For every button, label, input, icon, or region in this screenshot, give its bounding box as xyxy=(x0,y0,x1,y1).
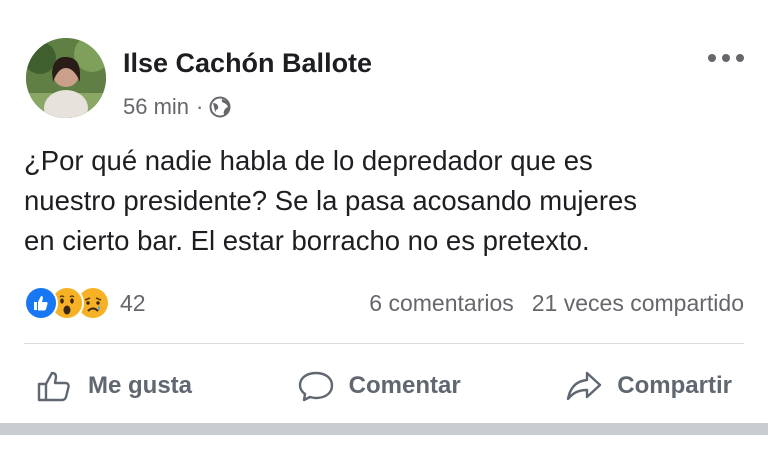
globe-icon[interactable] xyxy=(209,96,231,118)
comments-count[interactable]: 6 comentarios xyxy=(369,290,513,317)
post-text-line: ¿Por qué nadie habla de lo depredador qu… xyxy=(24,145,593,176)
more-dot xyxy=(722,54,730,62)
reactions-summary[interactable]: 42 xyxy=(24,286,146,320)
post-text-line: nuestro presidente? Se la pasa acosando … xyxy=(24,185,638,216)
engagement-counts: 6 comentarios 21 veces compartido xyxy=(369,290,744,317)
post-stats: 42 6 comentarios 21 veces compartido xyxy=(24,285,744,321)
share-button[interactable]: Compartir xyxy=(553,369,744,403)
like-button[interactable]: Me gusta xyxy=(24,369,204,403)
comment-button[interactable]: Comentar xyxy=(285,369,473,403)
more-options-icon[interactable] xyxy=(708,48,744,68)
feed-separator xyxy=(0,423,768,435)
more-dot xyxy=(708,54,716,62)
shares-count[interactable]: 21 veces compartido xyxy=(532,290,744,317)
reaction-count: 42 xyxy=(120,289,146,316)
post-meta: 56 min · xyxy=(123,92,231,122)
post-time[interactable]: 56 min xyxy=(123,94,189,120)
post-actions: Me gusta Comentar Compartir xyxy=(24,358,744,414)
like-label: Me gusta xyxy=(88,372,193,399)
comment-label: Comentar xyxy=(348,372,461,399)
facebook-post: Ilse Cachón Ballote 56 min · ¿Por qué na… xyxy=(0,0,768,449)
divider xyxy=(24,343,744,344)
post-text: ¿Por qué nadie habla de lo depredador qu… xyxy=(24,141,744,261)
author-name[interactable]: Ilse Cachón Ballote xyxy=(123,48,372,79)
comment-icon xyxy=(297,369,335,403)
meta-separator: · xyxy=(196,94,204,119)
like-reaction-icon xyxy=(24,286,58,320)
share-icon xyxy=(565,369,603,403)
share-label: Compartir xyxy=(617,372,732,399)
thumbs-up-icon xyxy=(36,369,74,403)
avatar[interactable] xyxy=(26,38,106,118)
post-text-line: en cierto bar. El estar borracho no es p… xyxy=(24,225,590,256)
more-dot xyxy=(736,54,744,62)
